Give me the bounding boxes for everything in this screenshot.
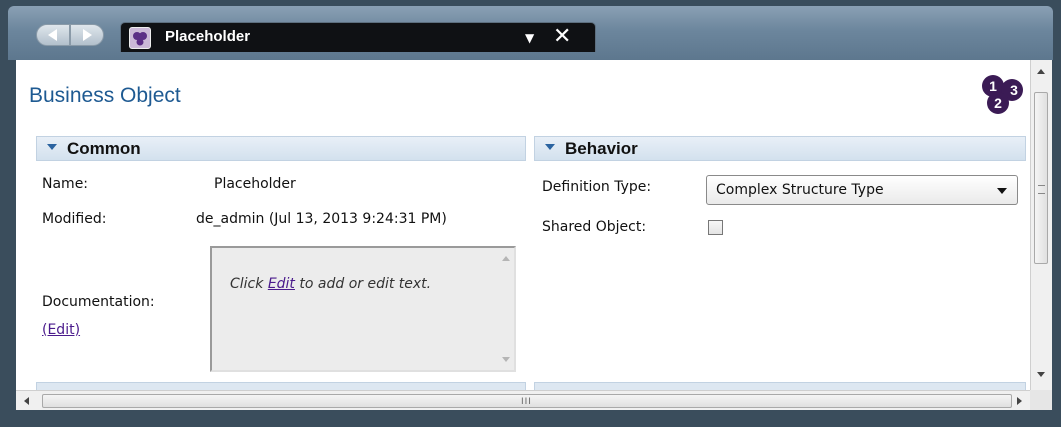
modified-value: de_admin (Jul 13, 2013 9:24:31 PM): [196, 211, 447, 227]
shared-object-checkbox[interactable]: [708, 220, 723, 235]
common-section-header[interactable]: Common: [36, 136, 526, 161]
scroll-corner: [1030, 390, 1052, 410]
svg-text:2: 2: [994, 95, 1002, 111]
horizontal-scroll-thumb[interactable]: III: [42, 394, 1012, 408]
vertical-scroll-thumb[interactable]: [1034, 92, 1048, 264]
business-object-icon: [129, 27, 151, 49]
name-label: Name:: [42, 176, 89, 192]
shared-object-label: Shared Object:: [542, 219, 647, 235]
svg-text:3: 3: [1010, 82, 1018, 98]
scroll-up-icon[interactable]: [1037, 69, 1045, 74]
common-section-title: Common: [67, 139, 141, 158]
dropdown-arrow-icon[interactable]: ▼: [525, 31, 534, 45]
name-value: Placeholder: [214, 176, 296, 192]
forward-button[interactable]: [70, 24, 104, 46]
close-icon[interactable]: ✕: [553, 24, 571, 49]
title-bar: Placeholder ▼ ✕: [8, 6, 1053, 60]
grip-icon: III: [521, 397, 532, 407]
scroll-down-icon[interactable]: [1037, 372, 1045, 377]
tab-title: Placeholder: [165, 28, 251, 45]
textarea-scroll-down-icon[interactable]: [502, 357, 510, 362]
collapsed-section-bar: [534, 382, 1026, 390]
svg-text:1: 1: [989, 78, 997, 94]
vertical-scrollbar[interactable]: [1030, 60, 1052, 390]
textarea-scroll-up-icon[interactable]: [502, 256, 510, 261]
definition-type-label: Definition Type:: [542, 179, 652, 195]
modified-label: Modified:: [42, 211, 107, 227]
documentation-placeholder: Click Edit to add or edit text.: [230, 276, 432, 292]
chevron-down-icon: [997, 188, 1007, 194]
behavior-section-header[interactable]: Behavior: [534, 136, 1026, 161]
horizontal-scrollbar[interactable]: III: [16, 390, 1030, 410]
editor-window: Placeholder ▼ ✕ Business Object 1 3 2 Co…: [0, 0, 1061, 427]
documentation-textarea[interactable]: Click Edit to add or edit text.: [210, 246, 516, 372]
page-title: Business Object: [29, 84, 181, 107]
collapsed-section-bar: [36, 382, 526, 390]
numbered-logo-icon: 1 3 2: [982, 75, 1023, 114]
back-button[interactable]: [36, 24, 70, 46]
documentation-inline-edit-link[interactable]: Edit: [268, 276, 295, 292]
definition-type-value: Complex Structure Type: [716, 182, 884, 198]
grip-icon: [1038, 185, 1045, 194]
back-arrow-icon: [48, 29, 57, 41]
behavior-section-title: Behavior: [565, 139, 638, 158]
editor-content: Business Object 1 3 2 Common Behavior Na…: [16, 60, 1030, 390]
definition-type-select[interactable]: Complex Structure Type: [706, 175, 1018, 205]
section-collapse-icon: [47, 144, 57, 150]
editor-tab[interactable]: Placeholder ▼ ✕: [120, 22, 596, 52]
scroll-right-icon[interactable]: [1017, 397, 1022, 405]
documentation-label: Documentation:: [42, 294, 155, 310]
documentation-edit-link[interactable]: (Edit): [42, 322, 80, 338]
section-collapse-icon: [545, 144, 555, 150]
scroll-left-icon[interactable]: [24, 397, 29, 405]
forward-arrow-icon: [83, 29, 92, 41]
